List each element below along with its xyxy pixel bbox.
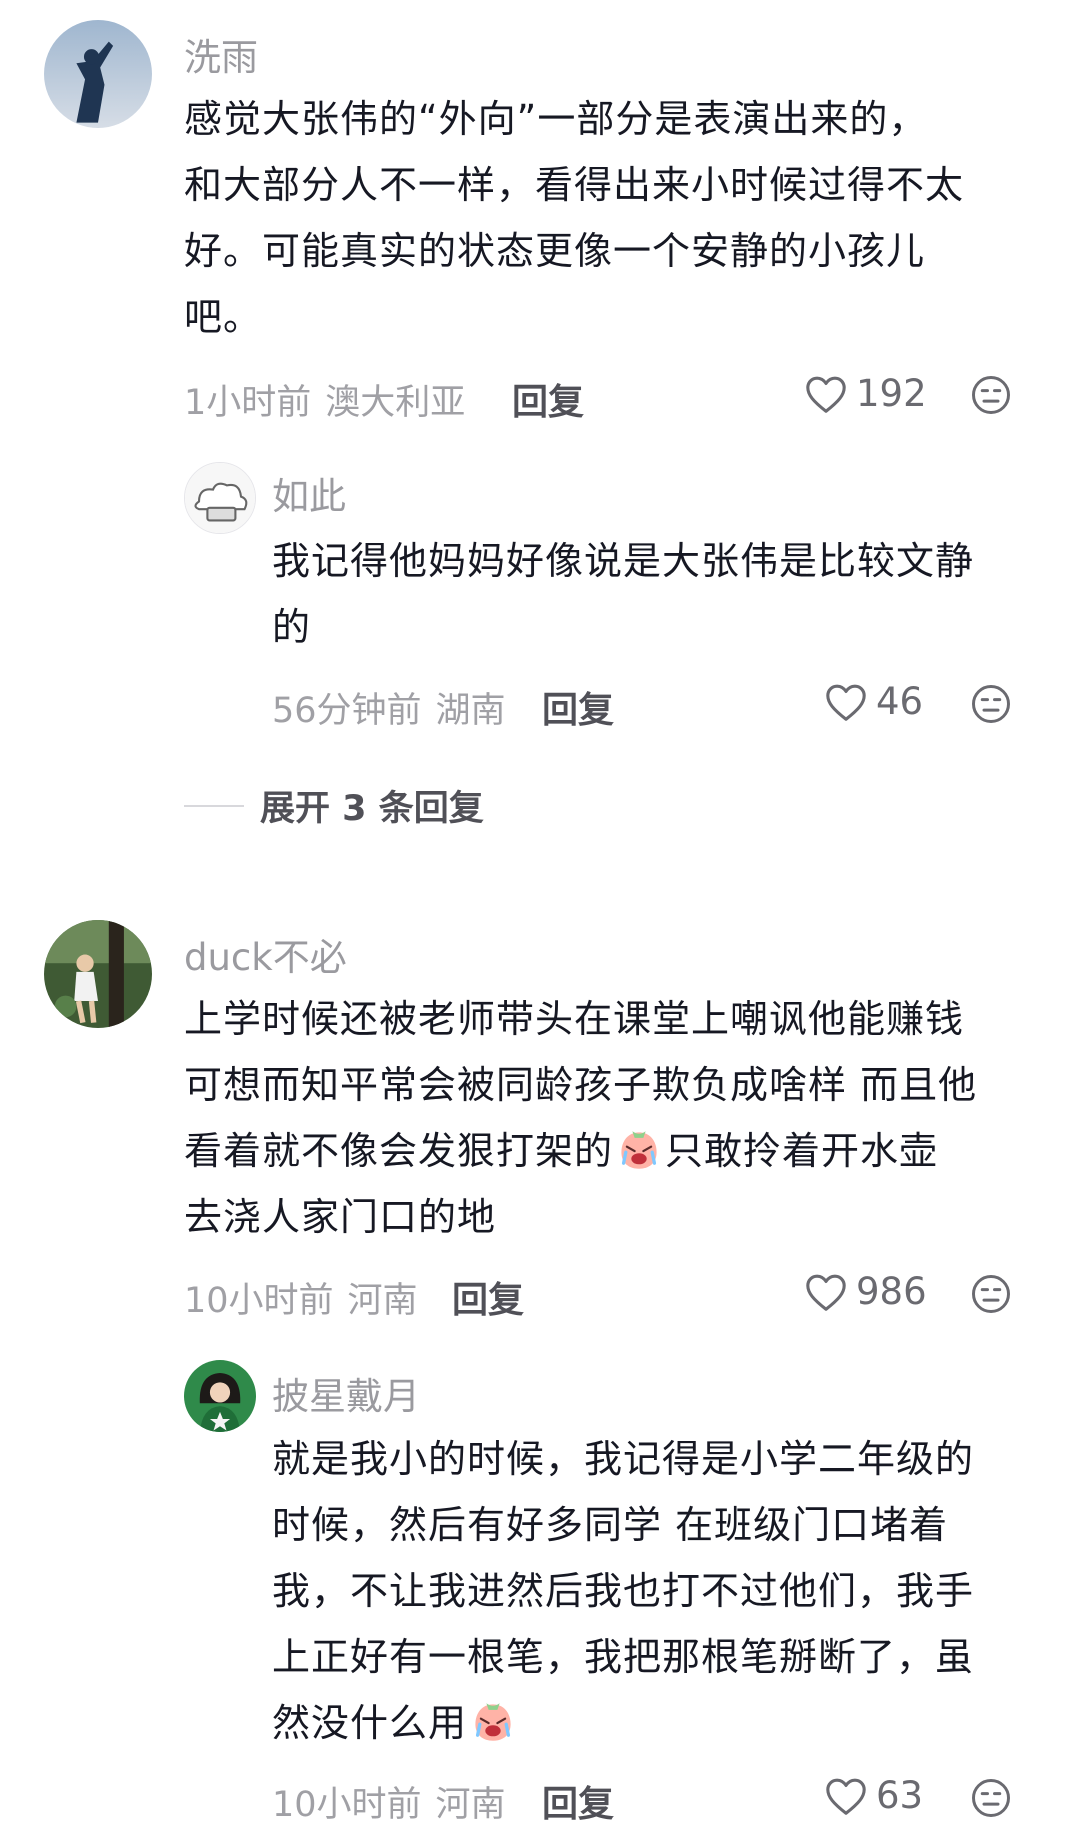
heart-outline-icon: [826, 1778, 866, 1815]
comment-text-line: 上学时候还被老师带头在课堂上嘲讽他能赚钱: [184, 997, 965, 1041]
expand-replies-label: 展开 3 条回复: [260, 789, 484, 829]
reply-location: 湖南: [435, 691, 506, 731]
avatar-image: [44, 920, 152, 1028]
reply-meta: 10小时前 河南: [272, 1776, 506, 1827]
comment-text-line: 和大部分人不一样，看得出来小时候过得不太: [184, 163, 965, 207]
avatar[interactable]: [44, 920, 152, 1028]
comment-text-line: 吧。: [184, 295, 263, 339]
comment-author[interactable]: duck不必: [184, 927, 347, 981]
comment-location: 河南: [347, 1281, 418, 1321]
reply-time: 56分钟前: [272, 691, 422, 731]
reply-author[interactable]: 如此: [272, 466, 346, 520]
reply-text-segment: 然没什么用: [272, 1701, 468, 1745]
reply-text-line: 就是我小的时候，我记得是小学二年级的: [272, 1437, 975, 1481]
like-count: 46: [876, 680, 924, 723]
avatar[interactable]: [184, 462, 256, 534]
comment-meta: 1小时前 澳大利亚: [184, 374, 465, 425]
like-button[interactable]: 986: [804, 1270, 927, 1313]
like-count: 63: [876, 1774, 924, 1817]
neutral-face-icon[interactable]: [970, 374, 1012, 416]
crying-face-emoji: [621, 1131, 657, 1169]
like-count: 192: [856, 372, 927, 415]
comment-time: 1小时前: [184, 383, 312, 423]
avatar-image: [185, 463, 255, 533]
reply-text-line: 上正好有一根笔，我把那根笔掰断了，虽: [272, 1635, 975, 1679]
reply-button[interactable]: 回复: [512, 373, 584, 425]
reply-text-line: 然没什么用: [272, 1690, 974, 1756]
heart-outline-icon: [806, 376, 846, 413]
expand-divider: [184, 804, 244, 807]
reply-text-line: 我，不让我进然后我也打不过他们，我手: [272, 1569, 975, 1613]
reply-text-line: 的: [272, 605, 312, 649]
expand-replies[interactable]: 展开 3 条回复: [184, 780, 484, 831]
like-button[interactable]: 192: [804, 372, 927, 415]
comment-author[interactable]: 洗雨: [184, 27, 258, 81]
comment-text-line: 看着就不像会发狠打架的 只敢拎着开水壶: [184, 1118, 977, 1184]
avatar-image: [44, 20, 152, 128]
crying-face-emoji: [475, 1703, 511, 1741]
comment-meta: 10小时前 河南: [184, 1272, 418, 1323]
neutral-face-icon[interactable]: [970, 1273, 1012, 1315]
reply-text-line: 时候，然后有好多同学 在班级门口堵着: [272, 1503, 949, 1547]
reply-time: 10小时前: [272, 1785, 422, 1825]
comment-text-line: 感觉大张伟的“外向”一部分是表演出来的，: [184, 97, 928, 141]
avatar[interactable]: [184, 1360, 256, 1432]
avatar-image: [184, 1360, 256, 1432]
comment-text: 上学时候还被老师带头在课堂上嘲讽他能赚钱 可想而知平常会被同龄孩子欺负成啥样 而…: [184, 986, 977, 1250]
comment-text-line: 可想而知平常会被同龄孩子欺负成啥样 而且他: [184, 1063, 978, 1107]
neutral-face-icon[interactable]: [970, 683, 1012, 725]
comment-text-segment: 看着就不像会发狠打架的: [184, 1129, 614, 1173]
avatar[interactable]: [44, 20, 152, 128]
heart-outline-icon: [826, 684, 866, 721]
reply-button[interactable]: 回复: [542, 1775, 614, 1827]
reply-author[interactable]: 披星戴月: [272, 1366, 420, 1420]
comment-text-line: 好。可能真实的状态更像一个安静的小孩儿: [184, 229, 926, 273]
reply-text: 就是我小的时候，我记得是小学二年级的 时候，然后有好多同学 在班级门口堵着 我，…: [272, 1426, 974, 1756]
reply-button[interactable]: 回复: [542, 681, 614, 733]
comment-time: 10小时前: [184, 1281, 334, 1321]
comment-location: 澳大利亚: [325, 383, 466, 423]
like-count: 986: [856, 1270, 927, 1313]
comment-text-line: 去浇人家门口的地: [184, 1195, 497, 1239]
comment-text: 感觉大张伟的“外向”一部分是表演出来的， 和大部分人不一样，看得出来小时候过得不…: [184, 86, 964, 350]
reply-text-line: 我记得他妈妈好像说是大张伟是比较文静: [272, 539, 975, 583]
like-button[interactable]: 63: [824, 1774, 923, 1817]
comment-text-segment: 只敢拎着开水壶: [665, 1129, 939, 1173]
heart-outline-icon: [806, 1274, 846, 1311]
like-button[interactable]: 46: [824, 680, 923, 723]
neutral-face-icon[interactable]: [970, 1777, 1012, 1819]
reply-text: 我记得他妈妈好像说是大张伟是比较文静 的: [272, 528, 974, 660]
reply-location: 河南: [435, 1785, 506, 1825]
reply-button[interactable]: 回复: [452, 1271, 524, 1323]
reply-meta: 56分钟前 湖南: [272, 682, 506, 733]
